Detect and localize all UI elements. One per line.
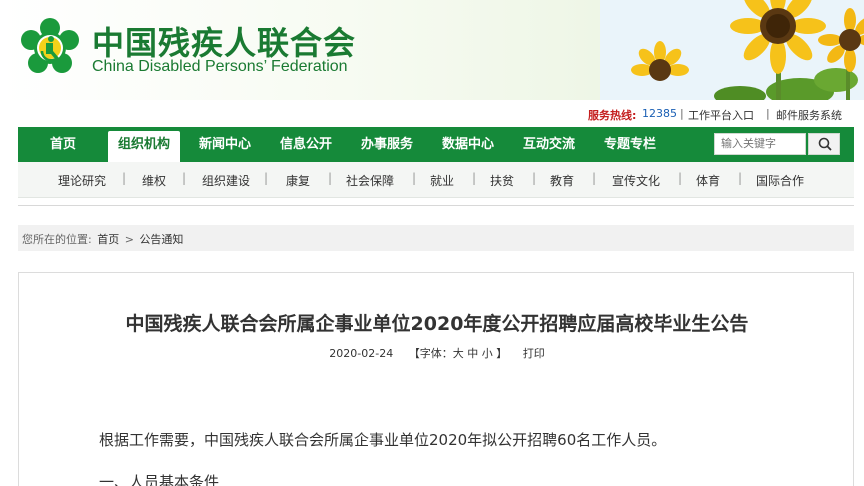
divider: | [122,171,127,185]
breadcrumb-separator: > [124,233,134,246]
search-button[interactable] [808,133,840,155]
hotline-number: 12385 [642,107,677,120]
subnav-social-security[interactable]: 社会保障 [346,172,394,189]
subnav-sports[interactable]: 体育 [696,172,720,189]
hotline-label: 服务热线: [588,109,637,122]
nav-interaction[interactable]: 互动交流 [513,127,585,162]
nav-data-center[interactable]: 数据中心 [432,127,504,162]
subnav-international[interactable]: 国际合作 [756,172,804,189]
nav-organization[interactable]: 组织机构 [108,131,180,162]
divider: | [766,107,770,120]
nav-home[interactable]: 首页 [27,127,99,162]
search-icon [818,137,832,151]
article-title: 中国残疾人联合会所属企事业单位2020年度公开招聘应届高校毕业生公告 [125,313,749,335]
breadcrumb-home-link[interactable]: 首页 [97,233,119,246]
mail-system-link[interactable]: 邮件服务系统 [776,107,842,123]
divider: | [678,171,683,185]
divider: | [328,171,333,185]
divider: | [532,171,537,185]
divider: | [412,171,417,185]
subnav-rights[interactable]: 维权 [142,172,166,189]
print-link[interactable]: 打印 [523,347,545,360]
divider: | [738,171,743,185]
nav-services[interactable]: 办事服务 [351,127,423,162]
breadcrumb-prefix: 您所在的位置: [22,233,92,246]
article-card: 中国残疾人联合会所属企事业单位2020年度公开招聘应届高校毕业生公告 2020-… [18,272,854,486]
divider-line [18,205,854,206]
breadcrumb-announcements-link[interactable]: 公告通知 [139,233,183,246]
nav-special-topics[interactable]: 专题专栏 [594,127,666,162]
service-bar: 服务热线: 12385 | 工作平台入口 | 邮件服务系统 [18,100,854,127]
subnav-poverty[interactable]: 扶贫 [490,172,514,189]
site-title-en: China Disabled Persons’ Federation [92,58,348,75]
sunflower-banner-image [600,0,864,100]
subnav-education[interactable]: 教育 [550,172,574,189]
divider: | [472,171,477,185]
article-meta: 2020-02-24 【字体：大 中 小 】 打印 [19,345,855,361]
breadcrumb: 您所在的位置: 首页 > 公告通知 [18,225,854,251]
divider: | [264,171,269,185]
article-paragraph: 根据工作需要，中国残疾人联合会所属企事业单位2020年拟公开招聘60名工作人员。 [99,431,667,449]
site-header: 中国残疾人联合会 China Disabled Persons’ Federat… [0,0,864,100]
divider: | [592,171,597,185]
subnav-employment[interactable]: 就业 [430,172,454,189]
article-section-heading: 一、人员基本条件 [99,473,220,486]
divider: | [680,107,684,120]
sub-nav: 理论研究 | 维权 | 组织建设 | 康复 | 社会保障 | 就业 | 扶贫 |… [18,162,854,198]
cdpf-logo-icon [21,18,79,73]
subnav-organization-building[interactable]: 组织建设 [202,172,250,189]
main-nav: 首页 组织机构 新闻中心 信息公开 办事服务 数据中心 互动交流 专题专栏 [18,127,854,162]
font-size-controls[interactable]: 【字体：大 中 小 】 [409,347,508,360]
article-date: 2020-02-24 [329,347,394,360]
work-platform-link[interactable]: 工作平台入口 [688,107,754,123]
divider: | [182,171,187,185]
subnav-rehab[interactable]: 康复 [286,172,310,189]
nav-info-disclosure[interactable]: 信息公开 [270,127,342,162]
search-input[interactable] [714,133,806,155]
subnav-theory[interactable]: 理论研究 [58,172,106,189]
nav-news[interactable]: 新闻中心 [189,127,261,162]
subnav-publicity[interactable]: 宣传文化 [612,172,660,189]
